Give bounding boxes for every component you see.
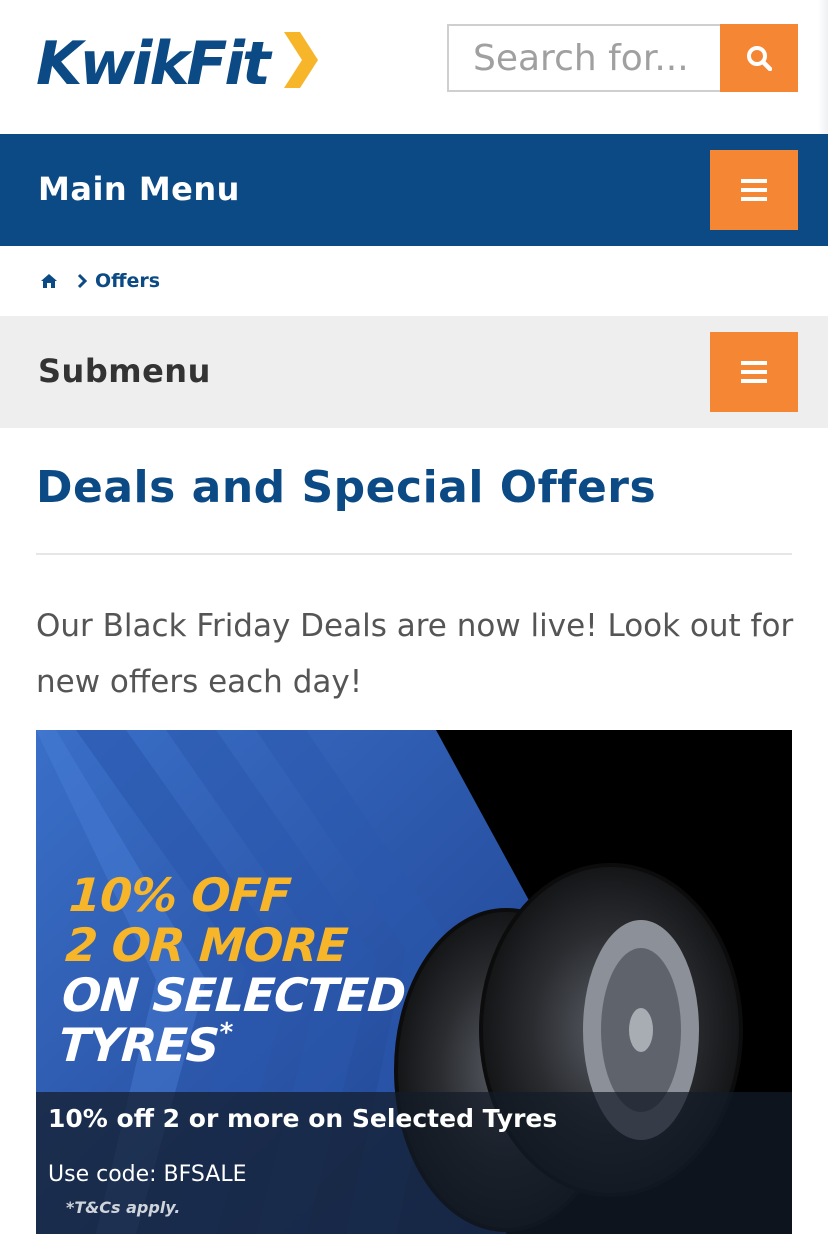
search-icon [747,46,772,71]
scrollbar-edge [818,0,828,134]
caption-title: 10% off 2 or more on Selected Tyres [48,1104,558,1133]
search-box [447,24,721,92]
main-menu-bar[interactable]: Main Menu [0,134,828,246]
kwikfit-logo[interactable]: KwikFit [36,29,318,99]
title-divider [36,553,792,555]
promo-line-4-wrap: TYRES* [56,1018,403,1072]
intro-text: Our Black Friday Deals are now live! Loo… [36,608,794,700]
search-input[interactable] [449,26,721,90]
search-button[interactable] [720,24,798,92]
breadcrumb-offers-link[interactable]: Offers [95,270,160,292]
promo-asterisk: * [218,1018,233,1048]
offer-banner[interactable]: 10% OFF 2 OR MORE ON SELECTED TYRES* 10%… [36,730,792,1234]
promo-line-2: 2 OR MORE [63,918,349,972]
promo-line-1: 10% OFF [67,868,293,922]
chevron-right-icon [76,273,88,289]
promo-headline: 10% OFF 2 OR MORE ON SELECTED TYRES* [56,868,414,1072]
svg-text:KwikFit: KwikFit [36,30,273,90]
promo-line-4: TYRES [56,1018,221,1072]
submenu-toggle-button[interactable] [710,332,798,412]
terms-text: *T&Cs apply. [66,1198,181,1217]
banner-caption: 10% off 2 or more on Selected Tyres Use … [36,1092,792,1234]
site-header: KwikFit [0,0,828,134]
submenu-bar[interactable]: Submenu [0,316,828,428]
main-menu-label: Main Menu [38,170,240,208]
promo-code-text: Use code: BFSALE [48,1162,247,1187]
breadcrumb: Offers [0,246,828,316]
main-menu-toggle-button[interactable] [710,150,798,230]
hamburger-icon [741,179,767,201]
page-title: Deals and Special Offers [36,462,657,513]
hamburger-icon [741,361,767,383]
home-icon[interactable] [40,272,58,290]
submenu-label: Submenu [38,352,211,390]
promo-line-3: ON SELECTED [60,968,407,1022]
